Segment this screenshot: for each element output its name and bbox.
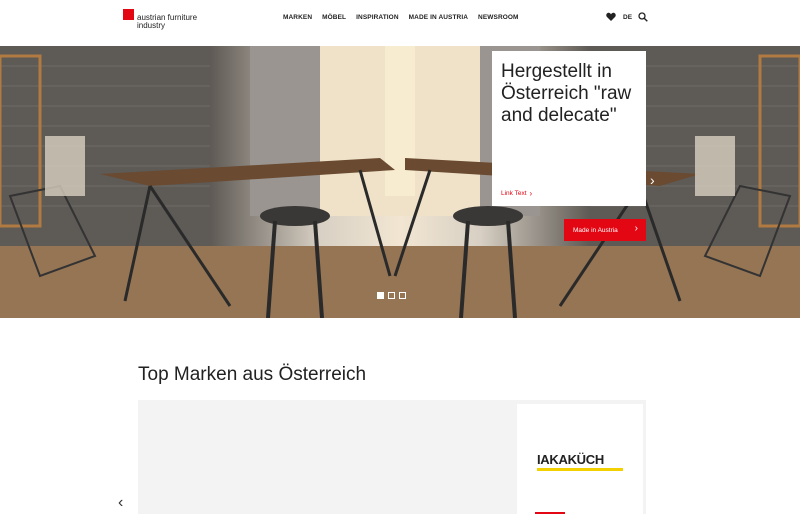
- hero-title: Hergestellt in Österreich "raw and delec…: [501, 61, 632, 126]
- site-logo[interactable]: austrian furniture industry: [123, 9, 217, 30]
- hero-slider: Hergestellt in Österreich "raw and delec…: [0, 46, 800, 318]
- slide-dot-2[interactable]: [388, 292, 395, 299]
- hero-card: Hergestellt in Österreich "raw and delec…: [492, 51, 646, 206]
- heart-icon[interactable]: [606, 12, 616, 22]
- slide-dot-1[interactable]: [377, 292, 384, 299]
- nav-item-newsroom[interactable]: NEWSROOM: [478, 14, 519, 21]
- search-icon[interactable]: [638, 12, 648, 22]
- nav-item-moebel[interactable]: MÖBEL: [322, 14, 346, 21]
- brand-logo: IAKAKÜCH: [537, 452, 604, 467]
- header-tools: DE: [606, 12, 648, 22]
- nav-item-made-in-austria[interactable]: MADE IN AUSTRIA: [409, 14, 468, 21]
- nav-item-inspiration[interactable]: INSPIRATION: [356, 14, 399, 21]
- language-switch[interactable]: DE: [623, 14, 632, 21]
- next-slide-icon[interactable]: ›: [650, 172, 655, 188]
- hero-image: [0, 46, 800, 318]
- brand-logo-underline: [537, 468, 623, 471]
- brand-card[interactable]: IAKAKÜCH: [517, 404, 643, 514]
- hero-link[interactable]: Link Text ›: [501, 189, 532, 198]
- section-title: Top Marken aus Österreich: [138, 364, 367, 385]
- hero-button-label: Made in Austria: [573, 226, 618, 234]
- hero-link-label: Link Text: [501, 190, 527, 197]
- slider-dots: [377, 292, 406, 299]
- logo-text: austrian furniture industry: [137, 13, 198, 30]
- chevron-right-icon: ›: [634, 223, 638, 234]
- site-header: austrian furniture industry MARKEN MÖBEL…: [0, 0, 800, 46]
- made-in-austria-button[interactable]: Made in Austria ›: [564, 219, 646, 241]
- main-nav: MARKEN MÖBEL INSPIRATION MADE IN AUSTRIA…: [283, 14, 529, 21]
- chevron-right-icon: ›: [529, 189, 533, 198]
- slide-dot-3[interactable]: [399, 292, 406, 299]
- logo-mark: [123, 9, 134, 20]
- chevron-left-icon[interactable]: ‹: [118, 494, 123, 512]
- nav-item-marken[interactable]: MARKEN: [283, 14, 312, 21]
